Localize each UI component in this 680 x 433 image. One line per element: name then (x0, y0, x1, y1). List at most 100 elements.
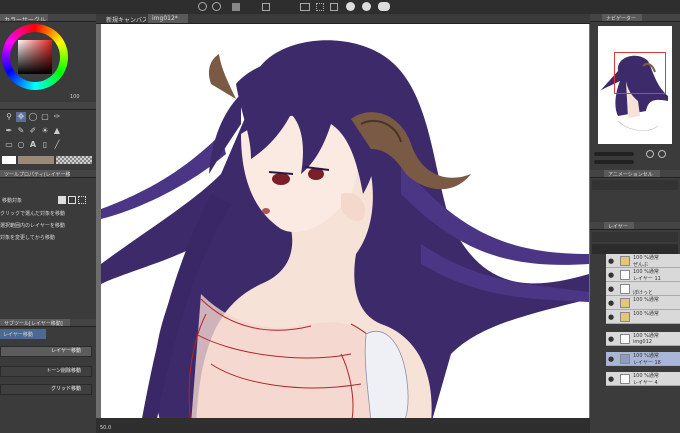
clear-icon[interactable] (232, 3, 240, 11)
tool-tabbar (0, 102, 96, 110)
tab-canvas-new[interactable]: 新規キャンバス (102, 14, 146, 23)
visibility-eye-icon[interactable]: ● (608, 257, 614, 265)
target-layer-icon[interactable] (58, 196, 66, 204)
layer-row-selected[interactable]: ● 100 %通常 レイヤー 18 (606, 352, 680, 366)
sub-tool-tabbar: サブツール[レイヤー移動] (0, 319, 96, 327)
move-layer-icon[interactable]: ✥ (16, 112, 26, 122)
fill-icon[interactable]: ▲ (52, 126, 62, 136)
layer-row[interactable]: ● ぼけっと (606, 282, 680, 296)
sub-color-swatch[interactable] (18, 156, 54, 164)
select-icon[interactable]: ▢ (40, 112, 50, 122)
navigator-view-rect[interactable] (614, 52, 666, 94)
visibility-eye-icon[interactable]: ● (608, 313, 614, 321)
visibility-eye-icon[interactable]: ● (608, 285, 614, 293)
blend-icon[interactable]: ○ (16, 140, 26, 150)
layer-tabbar: レイヤー (590, 222, 680, 230)
tool-prop-label: 移動対象 (2, 198, 23, 204)
sub-tool-layer-move[interactable]: レイヤー移動 (0, 346, 92, 357)
visibility-eye-icon[interactable]: ● (608, 355, 614, 363)
text-tool-icon[interactable]: A (28, 140, 38, 150)
layer-blend-row[interactable] (592, 244, 678, 254)
layer-folder-icon (620, 312, 630, 322)
tab-tool-property[interactable]: ツールプロパティ(レイヤー移動) (0, 170, 70, 177)
sub-tool-header: レイヤー移動 (0, 329, 46, 339)
layer-thumbnail (620, 284, 630, 294)
navigator-preview[interactable] (598, 26, 672, 144)
main-color-swatch[interactable] (2, 156, 16, 164)
layer-row[interactable]: ● 100 %通常 レイヤー 11 (606, 268, 680, 282)
frame-icon[interactable]: ▯ (40, 140, 50, 150)
snap-icon[interactable] (262, 3, 270, 11)
zoom-value[interactable]: 50.0 (100, 425, 111, 431)
visibility-eye-icon[interactable]: ● (608, 299, 614, 307)
transparent-swatch[interactable] (56, 156, 92, 164)
info-icon[interactable] (346, 2, 355, 11)
transform-icon[interactable] (330, 3, 338, 11)
layer-blend: 100 %通常 (633, 373, 659, 379)
layer-row[interactable]: ● 100 %通常 レイヤー 4 (606, 372, 680, 386)
layer-name: レイヤー 4 (633, 380, 658, 386)
navigator-zoom-slider[interactable] (594, 152, 634, 156)
help-icon[interactable] (378, 2, 390, 11)
right-panel: ナビゲーター アニメーションセル レイヤー (590, 14, 680, 433)
settings-icon[interactable] (362, 2, 371, 11)
undo-icon[interactable] (198, 2, 207, 11)
anim-tabbar: アニメーションセル (590, 170, 680, 178)
redo-icon[interactable] (212, 2, 221, 11)
layer-blend: 100 %通常 (633, 297, 659, 303)
visibility-eye-icon[interactable]: ● (608, 375, 614, 383)
status-bar: 50.0 (96, 424, 590, 433)
canvas-viewport[interactable] (96, 24, 590, 424)
visibility-eye-icon[interactable]: ● (608, 271, 614, 279)
tab-navigator[interactable]: ナビゲーター (602, 14, 642, 21)
tab-color-wheel[interactable]: カラーサークル (0, 14, 48, 21)
tab-layer[interactable]: レイヤー (604, 222, 634, 229)
eraser-icon[interactable]: ▭ (4, 140, 14, 150)
zoom-out-icon[interactable] (658, 150, 666, 158)
sub-tool-grid-move[interactable]: グリッド移動 (0, 384, 92, 395)
layer-blend: 100 %通常 (633, 255, 659, 261)
canvas-page[interactable] (101, 24, 589, 424)
saturation-square[interactable] (18, 40, 52, 74)
ruler-icon[interactable] (300, 3, 310, 11)
layer-blend: 100 %通常 (633, 311, 659, 317)
tab-animation-cel[interactable]: アニメーションセル (604, 170, 660, 177)
canvas-tabbar: 新規キャンバス img012* (96, 14, 590, 24)
layer-name: ぜんぶ (633, 262, 649, 268)
pencil-icon[interactable]: ✎ (16, 126, 26, 136)
pen-icon[interactable]: ✒ (4, 126, 14, 136)
tool-prop-row-1[interactable]: クリックで選んだ対象を移動 (0, 210, 96, 220)
layer-thumbnail (620, 374, 630, 384)
airbrush-icon[interactable]: ☀ (40, 126, 50, 136)
tool-prop-row-2[interactable]: 選択範囲内のレイヤーを移動 (0, 222, 96, 232)
ruler-tool-icon[interactable]: ╱ (52, 140, 62, 150)
color-wheel-tabbar: カラーサークル (0, 14, 96, 22)
tool-prop-tabbar: ツールプロパティ(レイヤー移動) (0, 170, 96, 178)
sub-tool-tone-move[interactable]: トーン削除移動 (0, 366, 92, 377)
eyedropper-icon[interactable]: ✑ (52, 112, 62, 122)
layer-thumbnail (620, 270, 630, 280)
layer-row[interactable]: ● 100 %通常 img012 (606, 332, 680, 346)
layer-row[interactable]: ● 100 %通常 (606, 296, 680, 310)
top-toolbar (0, 0, 680, 14)
navigator-rotate-slider[interactable] (594, 160, 634, 164)
layer-row[interactable]: ● 100 %通常 (606, 310, 680, 324)
brush-icon[interactable]: ✐ (28, 126, 38, 136)
layer-name: ぼけっと (633, 290, 654, 296)
visibility-eye-icon[interactable]: ● (608, 335, 614, 343)
tool-prop-row-3[interactable]: 対象を変更してから移動 (0, 234, 96, 244)
layer-name: レイヤー 11 (633, 276, 661, 282)
lasso-icon[interactable]: ◯ (28, 112, 38, 122)
artwork (101, 40, 589, 424)
grid-icon[interactable] (316, 3, 324, 11)
magnifier-icon[interactable]: ⚲ (4, 112, 14, 122)
target-grid-icon[interactable] (78, 196, 86, 204)
layer-name: レイヤー 18 (633, 360, 661, 366)
layer-name: img012 (633, 339, 652, 345)
layer-folder-icon (620, 298, 630, 308)
tab-canvas-img012[interactable]: img012* (148, 14, 188, 23)
tab-sub-tool[interactable]: サブツール[レイヤー移動] (0, 319, 70, 326)
target-tone-icon[interactable] (68, 196, 76, 204)
layer-row[interactable]: ● 100 %通常 ぜんぶ (606, 254, 680, 268)
zoom-in-icon[interactable] (646, 150, 654, 158)
